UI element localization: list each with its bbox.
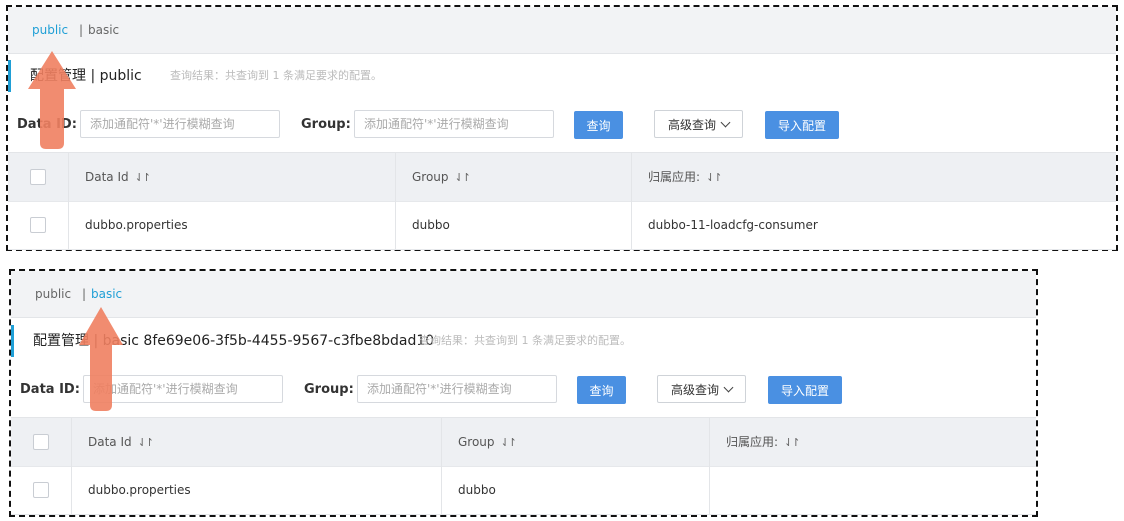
header-data-id-label: Data Id (85, 170, 129, 184)
table-row[interactable]: dubbo.properties dubbo dubbo-11-loadcfg-… (8, 201, 1116, 250)
cell-data-id: dubbo.properties (71, 466, 441, 514)
data-id-label: Data ID: (20, 382, 80, 397)
header-app[interactable]: 归属应用: ⇃↾ (631, 153, 1118, 201)
header-group-label: Group (458, 435, 495, 449)
chevron-down-icon (723, 382, 734, 393)
header-data-id[interactable]: Data Id ⇃↾ (71, 418, 441, 466)
header-group[interactable]: Group ⇃↾ (441, 418, 709, 466)
query-button[interactable]: 查询 (577, 376, 626, 404)
header-app-label: 归属应用: (726, 435, 779, 449)
row-select-cell (8, 201, 68, 249)
table-header-row: Data Id ⇃↾ Group ⇃↾ 归属应用: ⇃↾ (8, 153, 1116, 202)
group-label: Group: (304, 382, 354, 397)
config-panel-public: public | basic 配置管理 | public 查询结果：共查询到 1… (6, 5, 1118, 251)
select-all-cell (11, 418, 71, 466)
header-data-id[interactable]: Data Id ⇃↾ (68, 153, 395, 201)
annotation-arrow-up-icon (79, 307, 123, 411)
select-all-checkbox[interactable] (30, 168, 46, 185)
group-input[interactable] (357, 375, 557, 403)
sort-icon: ⇃↾ (784, 436, 801, 449)
group-label: Group: (301, 117, 351, 132)
row-select-cell (11, 466, 71, 514)
cell-app (709, 466, 1036, 514)
advanced-query-button[interactable]: 高级查询 (654, 110, 743, 138)
cell-group: dubbo (395, 201, 631, 249)
config-panel-basic: public | basic 配置管理 | basic 8fe69e06-3f5… (9, 269, 1038, 517)
config-table: Data Id ⇃↾ Group ⇃↾ 归属应用: ⇃↾ dubbo.properti… (11, 417, 1036, 515)
namespace-bar: public | basic (8, 7, 1116, 54)
namespace-bar: public | basic (11, 271, 1036, 318)
chevron-down-icon (720, 117, 731, 128)
cell-app: dubbo-11-loadcfg-consumer (631, 201, 1118, 249)
namespace-tab-public[interactable]: public (35, 271, 71, 317)
page-title-row: 配置管理 | public 查询结果：共查询到 1 条满足要求的配置。 (8, 60, 1108, 92)
advanced-query-button[interactable]: 高级查询 (657, 375, 746, 403)
query-result-text: 查询结果：共查询到 1 条满足要求的配置。 (170, 69, 382, 82)
table-row[interactable]: dubbo.properties dubbo (11, 466, 1036, 515)
cell-data-id: dubbo.properties (68, 201, 395, 249)
table-header-row: Data Id ⇃↾ Group ⇃↾ 归属应用: ⇃↾ (11, 418, 1036, 467)
query-result-text: 查询结果：共查询到 1 条满足要求的配置。 (419, 334, 631, 347)
row-checkbox[interactable] (33, 481, 49, 498)
header-app-label: 归属应用: (648, 170, 701, 184)
group-input[interactable] (354, 110, 554, 138)
header-group-label: Group (412, 170, 449, 184)
header-data-id-label: Data Id (88, 435, 132, 449)
sort-icon: ⇃↾ (137, 436, 155, 449)
header-group[interactable]: Group ⇃↾ (395, 153, 631, 201)
page-title-row: 配置管理 | basic 8fe69e06-3f5b-4455-9567-c3f… (11, 325, 1031, 357)
cell-group: dubbo (441, 466, 709, 514)
config-table: Data Id ⇃↾ Group ⇃↾ 归属应用: ⇃↾ dubbo.properti… (8, 152, 1116, 250)
header-app[interactable]: 归属应用: ⇃↾ (709, 418, 1036, 466)
sort-icon: ⇃↾ (454, 171, 472, 184)
namespace-tab-basic[interactable]: basic (88, 7, 119, 53)
query-button[interactable]: 查询 (574, 111, 623, 139)
data-id-input[interactable] (80, 110, 280, 138)
sort-icon: ⇃↾ (706, 171, 723, 184)
advanced-query-label: 高级查询 (667, 118, 716, 132)
import-config-button[interactable]: 导入配置 (765, 111, 839, 139)
annotation-arrow-up-icon (28, 51, 76, 149)
title-accent-bar (11, 325, 14, 357)
select-all-cell (8, 153, 68, 201)
advanced-query-label: 高级查询 (670, 383, 719, 397)
select-all-checkbox[interactable] (33, 433, 49, 450)
sort-icon: ⇃↾ (134, 171, 152, 184)
import-config-button[interactable]: 导入配置 (768, 376, 842, 404)
title-accent-bar (8, 60, 11, 92)
row-checkbox[interactable] (30, 216, 46, 233)
sort-icon: ⇃↾ (500, 436, 518, 449)
